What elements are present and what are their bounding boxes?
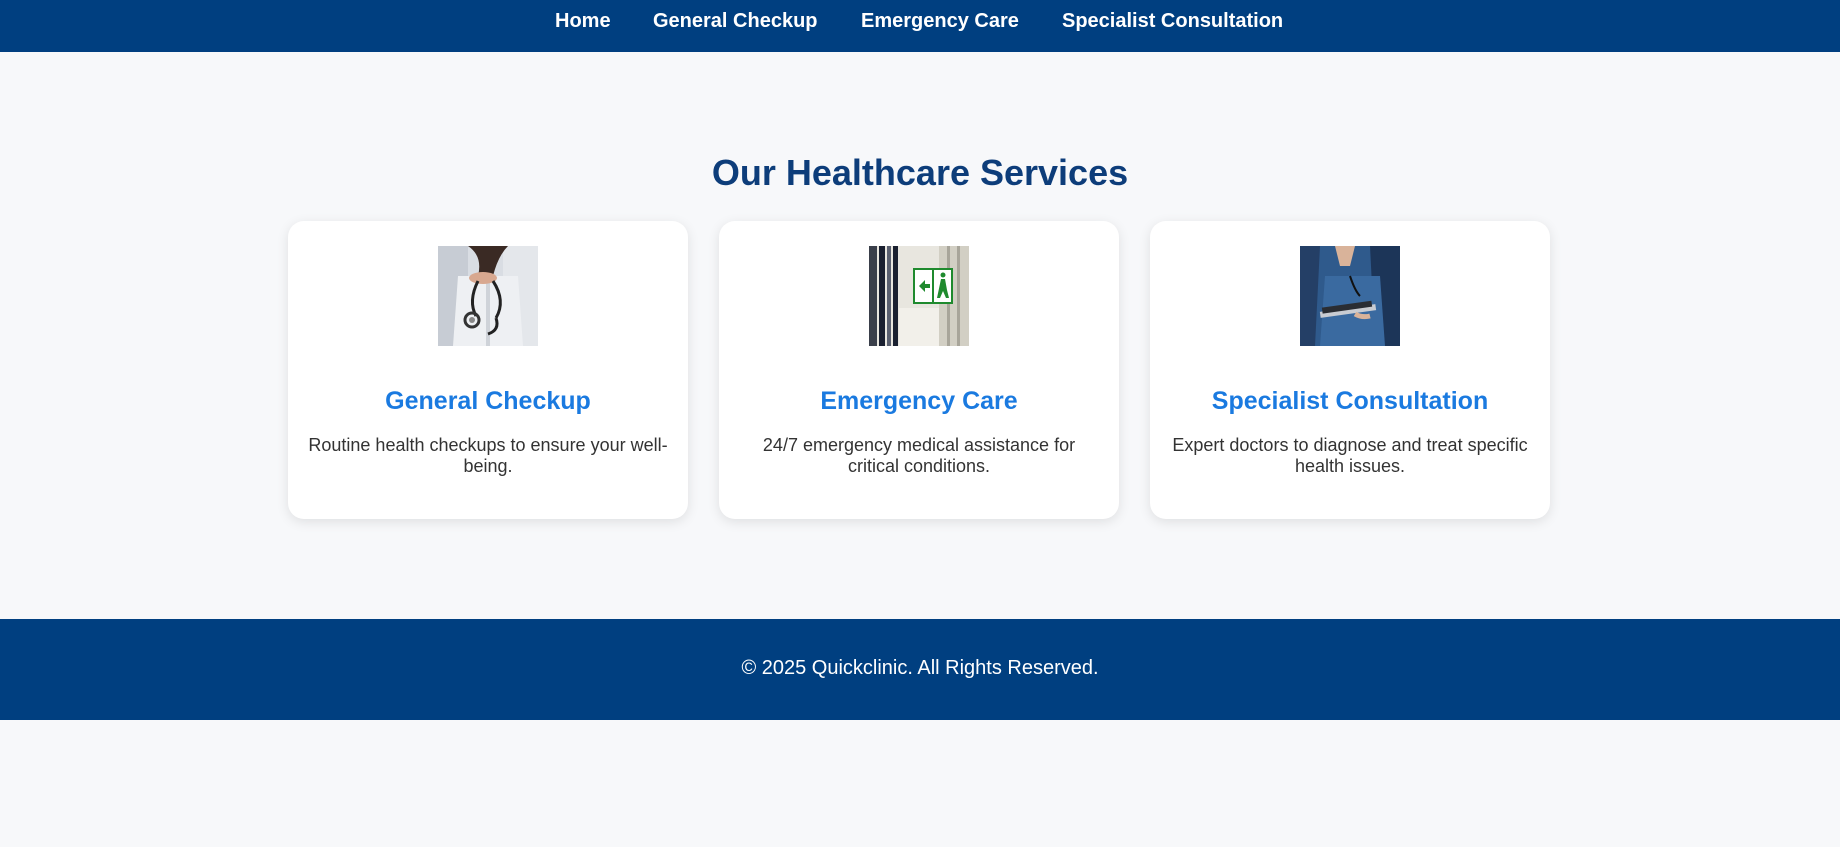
nav-link-emergency-care[interactable]: Emergency Care xyxy=(861,10,1019,33)
nav-link-specialist-consultation[interactable]: Specialist Consultation xyxy=(1062,10,1283,33)
card-title: General Checkup xyxy=(385,387,591,415)
emergency-exit-sign-image xyxy=(869,246,969,346)
copyright-text: © 2025 Quickclinic. All Rights Reserved. xyxy=(741,657,1099,679)
service-card-emergency-care: Emergency Care 24/7 emergency medical as… xyxy=(719,221,1119,519)
section-title: Our Healthcare Services xyxy=(711,152,1129,193)
nav-link-home[interactable]: Home xyxy=(555,10,611,33)
card-description: Routine health checkups to ensure your w… xyxy=(308,435,668,476)
top-navigation-bar: Home General Checkup Emergency Care Spec… xyxy=(0,0,1840,52)
service-card-general-checkup: General Checkup Routine health checkups … xyxy=(288,221,688,519)
card-title: Specialist Consultation xyxy=(1211,387,1489,415)
doctor-clipboard-image xyxy=(1300,246,1400,346)
page-footer: © 2025 Quickclinic. All Rights Reserved. xyxy=(0,619,1840,720)
card-description: Expert doctors to diagnose and treat spe… xyxy=(1172,435,1528,476)
card-title: Emergency Care xyxy=(820,387,1018,415)
service-card-specialist-consultation: Specialist Consultation Expert doctors t… xyxy=(1150,221,1550,519)
doctor-stethoscope-image xyxy=(438,246,538,346)
card-description: 24/7 emergency medical assistance for cr… xyxy=(762,435,1076,476)
nav-link-general-checkup[interactable]: General Checkup xyxy=(653,10,818,33)
